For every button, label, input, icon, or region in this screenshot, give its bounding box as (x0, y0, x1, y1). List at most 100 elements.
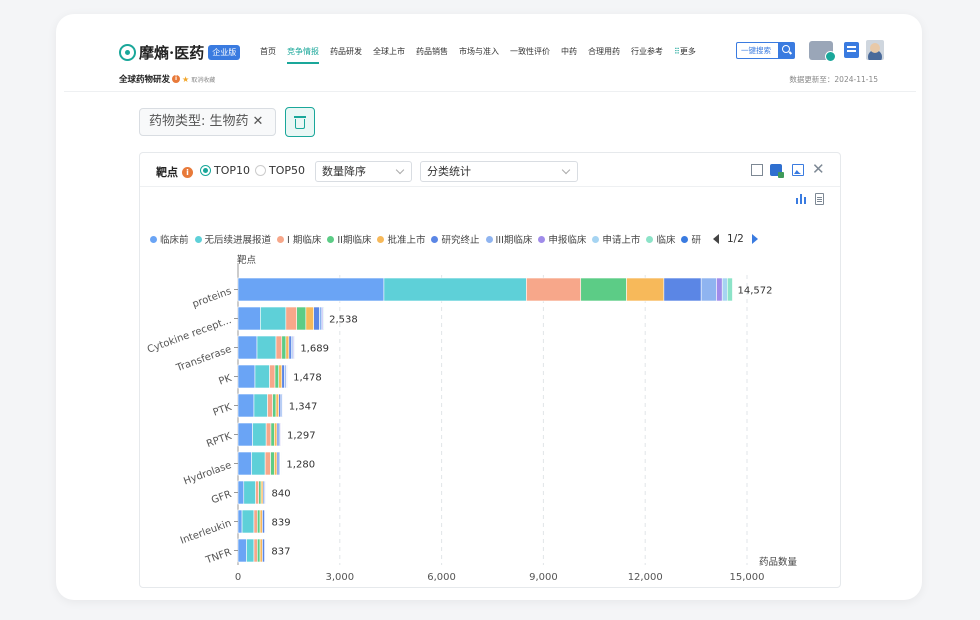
nav-item[interactable]: 全球上市 (373, 46, 405, 57)
bar-total-label: 840 (272, 489, 291, 500)
bar-segment (700, 277, 717, 302)
x-tick-label: 3,000 (325, 572, 354, 583)
bar-segment (253, 509, 258, 534)
bar-segment (278, 364, 283, 389)
y-category-label: TNFR (204, 547, 233, 567)
bar-total-label: 1,280 (286, 460, 315, 471)
filter-chip-drug-type[interactable]: 药物类型: 生物药 ✕ (139, 108, 276, 136)
nav-more-label: 更多 (679, 47, 696, 56)
bar-segment (259, 538, 263, 563)
page-title-text: 全球药物研发 (119, 75, 171, 85)
x-tick-label: 9,000 (529, 572, 558, 583)
message-icon[interactable] (844, 42, 859, 58)
bar-segment (276, 422, 280, 447)
bar-segment (285, 335, 290, 360)
bar-segment (278, 393, 282, 418)
bar-segment (526, 277, 582, 302)
trash-can-icon (295, 119, 305, 129)
brand-name: 摩熵·医药 (139, 43, 205, 62)
bar-segment (252, 422, 267, 447)
bar-segment (243, 480, 256, 505)
avatar[interactable] (866, 40, 884, 60)
edition-badge: 企业版 (208, 44, 241, 60)
clear-filters-button[interactable] (285, 107, 315, 137)
bar-total-label: 2,538 (329, 315, 358, 326)
bar-segment (727, 277, 733, 302)
bar-segment (256, 335, 277, 360)
bar-segment (258, 480, 262, 505)
y-category-label: PK (217, 373, 233, 388)
bar-segment (237, 335, 258, 360)
bar-segment (721, 277, 728, 302)
bar-segment (281, 335, 287, 360)
bar-segment (257, 538, 261, 563)
bar-segment (280, 451, 282, 476)
trash-icon (294, 116, 306, 118)
bar-segment (281, 364, 285, 389)
bar-segment (257, 509, 261, 534)
nav-item[interactable]: 药品销售 (416, 46, 448, 57)
bar-total-label: 14,572 (737, 286, 772, 297)
bar-segment (294, 335, 296, 360)
bar-total-label: 1,478 (293, 373, 322, 384)
bar-segment (254, 364, 270, 389)
bar-segment (319, 306, 323, 331)
unfavorite-link[interactable]: 取消收藏 (191, 75, 215, 84)
data-updated-label: 数据更新至：2024-11-15 (789, 75, 878, 84)
nav-item[interactable]: 市场与准入 (459, 46, 499, 57)
bar-segment (276, 451, 280, 476)
bar-segment (663, 277, 702, 302)
bar-segment (269, 364, 276, 389)
x-tick-label: 0 (235, 572, 241, 583)
bar-segment (264, 451, 271, 476)
nav-item[interactable]: 药品研发 (330, 46, 362, 57)
bar-segment (265, 538, 267, 563)
info-icon[interactable]: i (172, 75, 181, 83)
nav-item[interactable]: 行业参考 (631, 46, 663, 57)
x-tick-label: 12,000 (628, 572, 663, 583)
nav-item[interactable]: 中药 (561, 46, 577, 57)
nav-item[interactable]: 首页 (260, 46, 276, 57)
bar-total-label: 839 (271, 518, 290, 529)
bar-segment (251, 451, 266, 476)
bar-segment (253, 393, 268, 418)
bar-segment (296, 306, 307, 331)
x-axis-title: 药品数量 (759, 556, 798, 568)
bar-segment (274, 422, 278, 447)
search-icon[interactable] (778, 42, 795, 59)
x-tick-label: 6,000 (427, 572, 456, 583)
bar-segment (237, 393, 255, 418)
logo-icon (119, 43, 136, 61)
bar-segment (255, 480, 259, 505)
bar-segment (260, 480, 264, 505)
bar-total-label: 1,347 (289, 402, 318, 413)
bar-segment (287, 364, 289, 389)
filter-chip-label: 药物类型: 生物药 (149, 114, 249, 129)
nav-item[interactable]: 合理用药 (588, 46, 620, 57)
bar-segment (580, 277, 627, 302)
bar-segment (270, 422, 275, 447)
brand-logo[interactable]: 摩熵·医药 企业版 (119, 42, 241, 62)
bar-segment (383, 277, 527, 302)
star-icon[interactable]: ★ (182, 75, 189, 84)
vip-icon[interactable] (809, 41, 836, 62)
bar-segment (237, 480, 245, 505)
main-nav: 首页 竞争情报 药品研发 全球上市 药品销售 市场与准入 一致性评价 中药 合理用药 行业参考 ⠿更… (260, 46, 696, 64)
nav-item-more[interactable]: ⠿更多 (674, 46, 696, 57)
y-category-label: PTK (212, 402, 234, 419)
x-tick-label: 15,000 (730, 572, 765, 583)
bar-segment (259, 509, 263, 534)
bar-segment (237, 451, 252, 476)
bar-segment (288, 335, 292, 360)
nav-item[interactable]: 竞争情报 (287, 46, 319, 64)
bar-segment (260, 306, 287, 331)
bar-segment (237, 364, 256, 389)
nav-item[interactable]: 一致性评价 (510, 46, 550, 57)
bar-total-label: 1,297 (287, 431, 316, 442)
y-category-label: Hydrolase (182, 460, 233, 487)
y-category-label: Interleukin (179, 518, 233, 547)
bar-segment (272, 393, 277, 418)
close-icon[interactable]: ✕ (253, 114, 264, 129)
bar-segment (237, 538, 247, 563)
bar-segment (313, 306, 320, 331)
